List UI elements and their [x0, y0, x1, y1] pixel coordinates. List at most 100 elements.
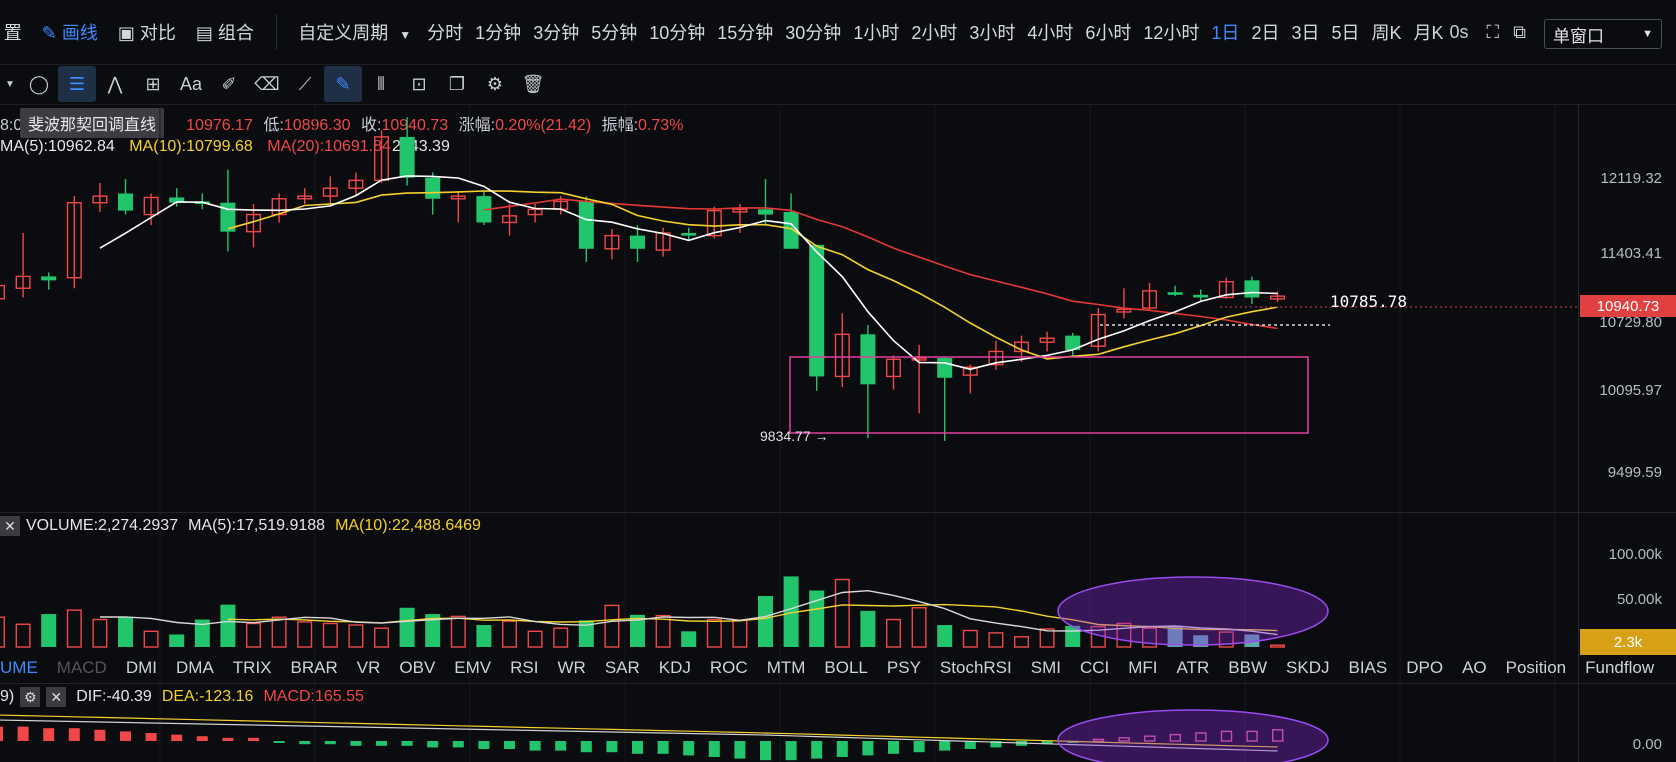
- indicator-tab[interactable]: BRAR: [291, 658, 338, 678]
- volume-bar: [502, 620, 518, 648]
- volume-bar: [1014, 636, 1030, 648]
- macd-bar: [862, 741, 874, 756]
- volume-ma10: MA(10):22,488.6469: [335, 517, 481, 534]
- volume-bar: [450, 615, 466, 648]
- close-icon[interactable]: ✕: [0, 516, 20, 536]
- close-icon[interactable]: ✕: [46, 687, 67, 707]
- macd-bar: [171, 734, 183, 741]
- candle-body: [399, 136, 415, 178]
- price-axis-label: 9499.59: [1607, 464, 1662, 481]
- indicator-tab[interactable]: DPO: [1406, 658, 1443, 678]
- macd-bar: [196, 736, 208, 741]
- volume-bar: [758, 596, 773, 647]
- volume-bar: [988, 632, 1004, 648]
- macd-bar: [964, 741, 976, 749]
- macd-bar: [94, 729, 106, 741]
- volume-bar: [604, 604, 620, 648]
- indicator-tab[interactable]: SKDJ: [1286, 658, 1329, 678]
- low-marker: 9834.77 →: [760, 428, 829, 444]
- macd-bar: [580, 741, 592, 753]
- ma5-line: [99, 175, 1278, 371]
- macd-bar: [17, 726, 29, 741]
- macd-bar: [939, 741, 951, 751]
- macd-bar: [145, 733, 157, 741]
- candle-body: [681, 232, 697, 236]
- indicator-tab[interactable]: OBV: [399, 658, 435, 678]
- indicator-tab[interactable]: ROC: [710, 658, 748, 678]
- macd-bar: [657, 741, 669, 754]
- indicator-tab[interactable]: MACD: [57, 658, 107, 678]
- candle-body: [425, 177, 441, 199]
- macd-bar: [248, 737, 259, 741]
- volume-bar: [1039, 628, 1055, 648]
- macd-bar: [222, 737, 234, 741]
- volume-value: VOLUME:2,274.2937: [26, 517, 179, 534]
- indicator-tab[interactable]: StochRSI: [940, 658, 1012, 678]
- macd-bar: [785, 741, 797, 761]
- indicator-tab[interactable]: BBW: [1228, 658, 1267, 678]
- candle-body: [758, 209, 773, 215]
- candle-body: [578, 201, 594, 249]
- indicator-tab[interactable]: BOLL: [824, 658, 867, 678]
- price-axis-label: 11403.41: [1600, 245, 1662, 262]
- volume-bar: [220, 604, 236, 647]
- indicator-tab[interactable]: EMV: [454, 658, 491, 678]
- volume-bar: [476, 625, 492, 647]
- candle-body: [41, 276, 57, 281]
- macd-bar: [324, 741, 336, 745]
- indicator-tab[interactable]: MTM: [767, 658, 806, 678]
- indicator-tab[interactable]: SAR: [605, 658, 640, 678]
- indicator-tab[interactable]: VR: [357, 658, 381, 678]
- volume-ma5: MA(5):17,519.9188: [188, 517, 326, 534]
- macd-bar: [299, 741, 311, 745]
- divider: [0, 512, 1676, 513]
- candle-body: [630, 235, 645, 249]
- volume-info: ✕ VOLUME:2,274.2937 MA(5):17,519.9188 MA…: [0, 516, 481, 536]
- gear-icon[interactable]: ⚙: [20, 687, 41, 707]
- macd-bar: [427, 741, 439, 748]
- indicator-tab[interactable]: KDJ: [659, 658, 691, 678]
- indicator-tab[interactable]: SMI: [1031, 658, 1061, 678]
- volume-last: 2.3k: [1613, 633, 1643, 651]
- volume-bar: [527, 630, 543, 648]
- candle-body: [0, 284, 6, 300]
- macd-bar: [478, 741, 490, 749]
- last-price: 10940.73: [1596, 297, 1660, 315]
- indicator-tab[interactable]: BIAS: [1348, 658, 1387, 678]
- indicator-tab[interactable]: Fundflow: [1585, 658, 1654, 678]
- volume-bar: [66, 609, 82, 648]
- low-marker-value: 9834.77: [760, 428, 811, 444]
- indicator-tab[interactable]: AO: [1462, 658, 1487, 678]
- indicator-tab[interactable]: DMA: [176, 658, 214, 678]
- indicator-tab[interactable]: TRIX: [233, 658, 272, 678]
- indicator-tab[interactable]: WR: [557, 658, 585, 678]
- indicator-tab[interactable]: DMI: [126, 658, 157, 678]
- candle-body: [1193, 294, 1209, 298]
- volume-bar: [322, 622, 338, 648]
- highlight-ellipse: [1057, 709, 1329, 762]
- volume-bar: [937, 625, 953, 647]
- macd-dea: DEA:-123.16: [161, 688, 254, 705]
- candlestick-chart[interactable]: [0, 0, 1676, 762]
- volume-bar: [860, 610, 876, 647]
- volume-bar: [1269, 644, 1285, 648]
- volume-bar: [399, 607, 415, 647]
- macd-bar: [708, 741, 720, 757]
- volume-bar: [706, 618, 722, 648]
- indicator-tab[interactable]: Position: [1506, 658, 1566, 678]
- highlight-ellipse: [1057, 576, 1329, 646]
- volume-bar: [374, 627, 390, 648]
- marker-price: 10785.78: [1330, 292, 1408, 311]
- ma20-line: [483, 198, 1278, 330]
- last-price-badge: 10940.73: [1580, 295, 1676, 317]
- indicator-tab[interactable]: RSI: [510, 658, 538, 678]
- volume-bar: [655, 614, 671, 648]
- indicator-tab[interactable]: ATR: [1177, 658, 1210, 678]
- indicator-tab[interactable]: CCI: [1080, 658, 1109, 678]
- indicator-tab[interactable]: PSY: [887, 658, 921, 678]
- indicator-tab[interactable]: MFI: [1128, 658, 1157, 678]
- macd-bar: [888, 741, 899, 754]
- macd-bar: [606, 741, 618, 753]
- indicator-tab[interactable]: UME: [0, 658, 38, 678]
- macd-bar: [504, 741, 515, 749]
